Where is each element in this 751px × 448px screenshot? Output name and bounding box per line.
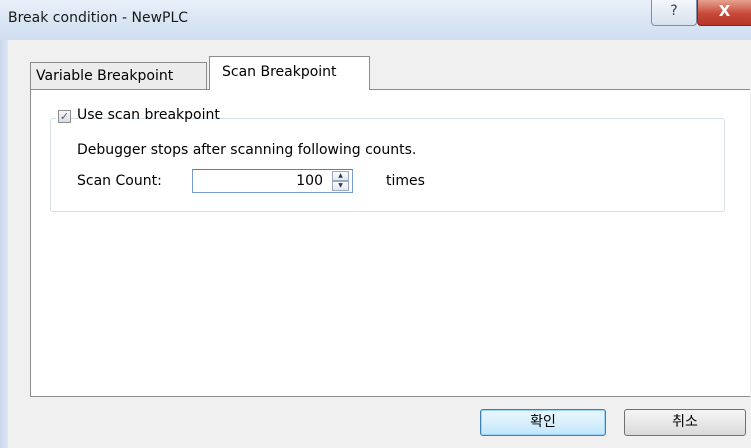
description-text: Debugger stops after scanning following … (77, 142, 417, 158)
window-frame-edge (0, 40, 8, 448)
use-scan-breakpoint-label[interactable]: Use scan breakpoint (77, 107, 220, 123)
ok-button-label: 확인 (530, 414, 556, 430)
use-scan-breakpoint-checkbox[interactable]: ✓ (58, 110, 71, 123)
tab-label: Scan Breakpoint (222, 64, 337, 80)
tab-variable-breakpoint[interactable]: Variable Breakpoint (30, 62, 207, 89)
cancel-button[interactable]: 취소 (624, 409, 746, 436)
tab-scan-breakpoint[interactable]: Scan Breakpoint (209, 56, 370, 90)
times-unit-label: times (386, 173, 425, 189)
window-title: Break condition - NewPLC (8, 10, 189, 26)
break-condition-dialog: Break condition - NewPLC ? X Variable Br… (0, 0, 751, 448)
scan-count-label: Scan Count: (77, 173, 162, 189)
tab-label: Variable Breakpoint (36, 68, 174, 84)
scan-count-spinbox[interactable]: 100 ▲ ▼ (192, 169, 353, 193)
ok-button[interactable]: 확인 (480, 409, 606, 436)
help-button[interactable]: ? (651, 0, 697, 26)
checkmark-icon: ✓ (59, 110, 70, 123)
title-bar[interactable]: Break condition - NewPLC (0, 0, 751, 40)
scan-count-input[interactable]: 100 (197, 173, 323, 189)
help-icon: ? (670, 3, 678, 19)
close-button[interactable]: X (697, 0, 751, 26)
spin-down-button[interactable]: ▼ (332, 181, 349, 191)
spin-up-button[interactable]: ▲ (332, 171, 349, 181)
spin-down-icon: ▼ (338, 182, 343, 189)
cancel-button-label: 취소 (672, 414, 698, 430)
spin-up-icon: ▲ (338, 172, 343, 179)
use-scan-breakpoint-checkbox-row[interactable]: ✓ Use scan breakpoint (56, 106, 220, 128)
scan-breakpoint-group (50, 118, 725, 212)
close-icon: X (718, 2, 731, 20)
